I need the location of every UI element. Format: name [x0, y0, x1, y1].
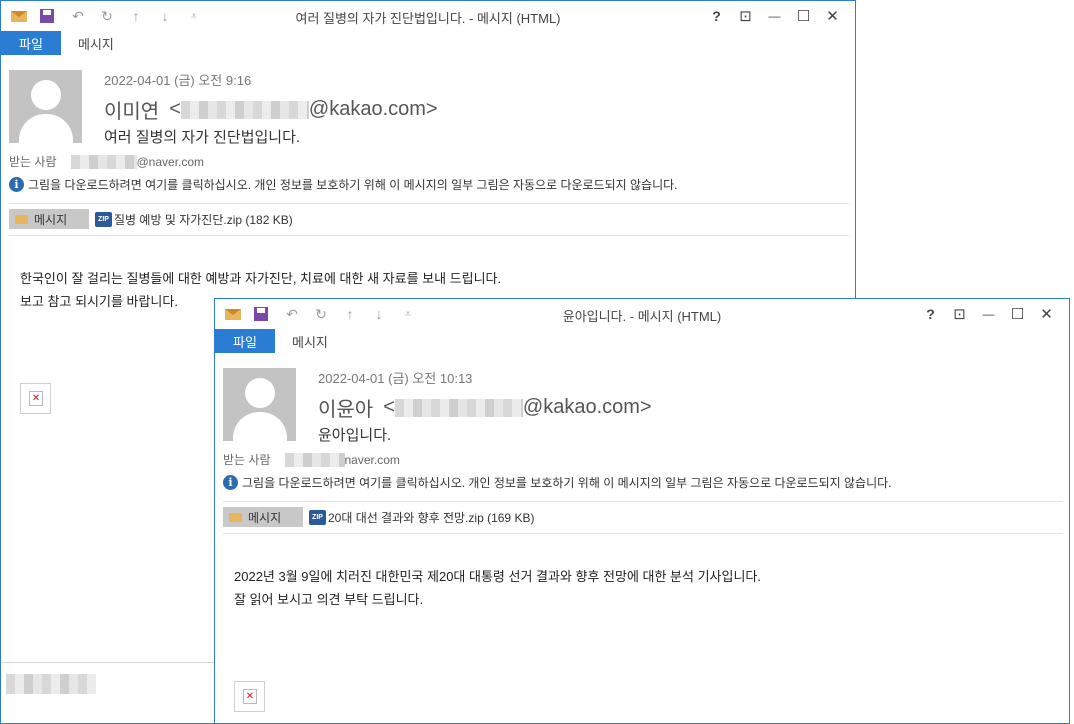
- divider: [9, 203, 849, 204]
- sender-name: 이윤아: [318, 399, 374, 421]
- message-body: 2022년 3월 9일에 치러진 대한민국 제20대 대통령 선거 결과와 향후…: [234, 565, 761, 611]
- title-bar: ↶ ↻ ↑ ↓ ⩡ 윤아입니다. - 메시지 (HTML) ? ⊡ — ☐ ✕: [215, 299, 1069, 329]
- body-line: 잘 읽어 보시고 의견 부탁 드립니다.: [234, 592, 424, 607]
- maximize-icon[interactable]: ☐: [789, 5, 818, 27]
- sender[interactable]: 이윤아 < @kakao.com>: [318, 393, 652, 422]
- sent-date: 2022-04-01 (금) 오전 9:16: [104, 73, 252, 88]
- to-label: 받는 사람: [223, 453, 271, 467]
- attachment-file[interactable]: 질병 예방 및 자가진단.zip (182 KB): [114, 211, 293, 228]
- sent-date: 2022-04-01 (금) 오전 10:13: [318, 371, 473, 386]
- zip-icon: ZIP: [309, 509, 326, 525]
- tab-file[interactable]: 파일: [215, 329, 275, 353]
- envelope-icon: [229, 512, 242, 522]
- info-icon: i: [223, 475, 238, 490]
- infobar-text: 그림을 다운로드하려면 여기를 클릭하십시오. 개인 정보를 보호하기 위해 이…: [28, 178, 678, 192]
- attachment-file[interactable]: 20대 대선 결과와 향후 전망.zip (169 KB): [328, 509, 534, 526]
- close-icon[interactable]: ✕: [1032, 303, 1061, 325]
- recipient-row: 받는 사람 naver.com: [223, 451, 400, 468]
- attachment-row: 메시지 ZIP 20대 대선 결과와 향후 전망.zip (169 KB): [223, 507, 534, 527]
- divider: [223, 501, 1063, 502]
- envelope-icon: [15, 214, 28, 224]
- window-controls: ? ⊡ — ☐ ✕: [702, 5, 847, 27]
- info-icon: i: [9, 177, 24, 192]
- redacted-recipient: [70, 154, 137, 169]
- divider: [223, 533, 1063, 534]
- help-icon[interactable]: ?: [916, 303, 945, 325]
- maximize-icon[interactable]: ☐: [1003, 303, 1032, 325]
- minimize-icon[interactable]: —: [974, 303, 1003, 325]
- recipient-domain[interactable]: naver.com: [345, 453, 400, 467]
- subject: 여러 질병의 자가 진단법입니다.: [104, 129, 301, 146]
- ribbon-tabs: 파일 메시지: [1, 31, 855, 55]
- minimize-icon[interactable]: —: [760, 5, 789, 27]
- tab-message[interactable]: 메시지: [292, 332, 328, 351]
- sender-email-open: <: [383, 396, 395, 418]
- redacted-email: [394, 398, 523, 417]
- help-icon[interactable]: ?: [702, 5, 731, 27]
- redacted-recipient: [284, 452, 345, 467]
- download-images-infobar[interactable]: i 그림을 다운로드하려면 여기를 클릭하십시오. 개인 정보를 보호하기 위해…: [9, 176, 678, 193]
- infobar-text: 그림을 다운로드하려면 여기를 클릭하십시오. 개인 정보를 보호하기 위해 이…: [242, 476, 892, 490]
- download-images-infobar[interactable]: i 그림을 다운로드하려면 여기를 클릭하십시오. 개인 정보를 보호하기 위해…: [223, 474, 892, 491]
- message-window-2: ↶ ↻ ↑ ↓ ⩡ 윤아입니다. - 메시지 (HTML) ? ⊡ — ☐ ✕ …: [214, 298, 1070, 724]
- ribbon-tabs: 파일 메시지: [215, 329, 1069, 353]
- recipient-row: 받는 사람 @naver.com: [9, 153, 204, 170]
- close-icon[interactable]: ✕: [818, 5, 847, 27]
- sender-email-domain: @kakao.com>: [308, 98, 438, 120]
- tab-file[interactable]: 파일: [1, 31, 61, 55]
- divider: [1, 662, 215, 663]
- broken-image-icon[interactable]: [234, 681, 265, 712]
- message-chip[interactable]: 메시지: [223, 507, 303, 527]
- sender-email-domain: @kakao.com>: [522, 396, 652, 418]
- ribbon-display-icon[interactable]: ⊡: [945, 303, 974, 325]
- message-chip[interactable]: 메시지: [9, 209, 89, 229]
- redacted-footer: [6, 674, 96, 694]
- attachment-row: 메시지 ZIP 질병 예방 및 자가진단.zip (182 KB): [9, 209, 293, 229]
- window-controls: ? ⊡ — ☐ ✕: [916, 303, 1061, 325]
- ribbon-display-icon[interactable]: ⊡: [731, 5, 760, 27]
- divider: [9, 235, 849, 236]
- sender-avatar: [9, 70, 82, 143]
- body-line: 한국인이 잘 걸리는 질병들에 대한 예방과 자가진단, 치료에 대한 새 자료…: [20, 271, 502, 286]
- zip-icon: ZIP: [95, 211, 112, 227]
- body-line: 2022년 3월 9일에 치러진 대한민국 제20대 대통령 선거 결과와 향후…: [234, 569, 762, 584]
- message-chip-label: 메시지: [34, 212, 68, 227]
- title-bar: ↶ ↻ ↑ ↓ ⩡ 여러 질병의 자가 진단법입니다. - 메시지 (HTML)…: [1, 1, 855, 31]
- tab-message[interactable]: 메시지: [78, 34, 114, 53]
- sender[interactable]: 이미연 < @kakao.com>: [104, 95, 438, 124]
- subject: 윤아입니다.: [318, 427, 392, 444]
- to-label: 받는 사람: [9, 155, 57, 169]
- recipient-domain[interactable]: @naver.com: [137, 155, 205, 169]
- redacted-email: [180, 100, 309, 119]
- message-chip-label: 메시지: [248, 510, 282, 525]
- broken-image-icon[interactable]: [20, 383, 51, 414]
- sender-name: 이미연: [104, 101, 160, 123]
- sender-email-open: <: [169, 98, 181, 120]
- sender-avatar: [223, 368, 296, 441]
